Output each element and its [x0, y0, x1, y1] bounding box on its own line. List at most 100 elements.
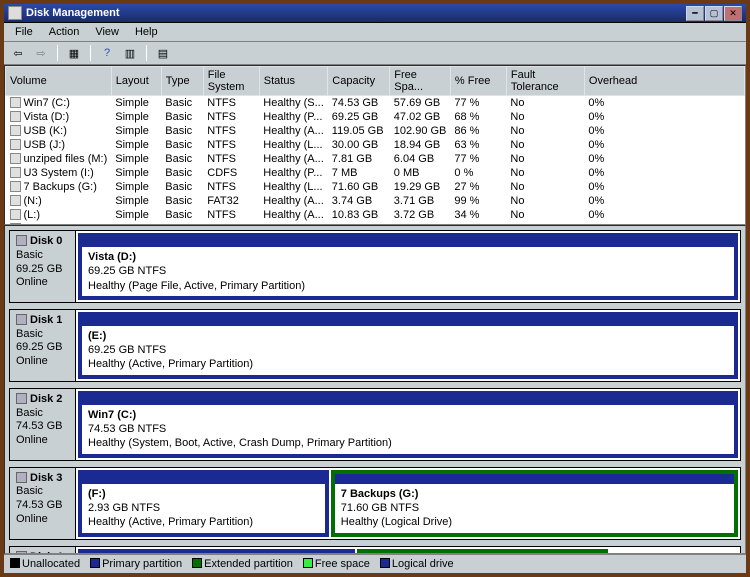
partition-title: 7 Backups (G:): [341, 487, 728, 501]
volume-name: Win7 (C:): [24, 97, 70, 109]
partition[interactable]: unziped files (M:)7.81 GB NTFSHealthy (A…: [357, 549, 608, 554]
help-button[interactable]: ?: [97, 44, 117, 62]
disk-header[interactable]: Disk 1Basic69.25 GBOnline: [10, 310, 76, 381]
table-row[interactable]: U3 System (I:)SimpleBasicCDFSHealthy (P.…: [6, 166, 745, 180]
cell-layout: Simple: [111, 180, 161, 194]
partition-status: Healthy (Page File, Active, Primary Part…: [88, 279, 728, 293]
disk-header[interactable]: Disk 3Basic74.53 GBOnline: [10, 468, 76, 539]
table-row[interactable]: unziped files (M:)SimpleBasicNTFSHealthy…: [6, 152, 745, 166]
toolbar: ⇦ ⇨ ▦ ? ▥ ▤: [4, 42, 746, 65]
col-type[interactable]: Type: [161, 67, 203, 96]
cell-status: Healthy (L...: [259, 138, 328, 152]
cell-status: Healthy (A...: [259, 208, 328, 222]
forward-button[interactable]: ⇨: [31, 44, 51, 62]
cell-free: 3.72 GB: [390, 208, 451, 222]
cell-layout: Simple: [111, 194, 161, 208]
partition[interactable]: 7 Backups (G:)71.60 GB NTFSHealthy (Logi…: [331, 470, 738, 537]
menu-view[interactable]: View: [88, 24, 126, 40]
cell-type: Basic: [161, 124, 203, 138]
disk-partitions: (F:)2.93 GB NTFSHealthy (Active, Primary…: [76, 468, 740, 539]
col-freespace[interactable]: Free Spa...: [390, 67, 451, 96]
minimize-button[interactable]: ━: [686, 6, 704, 21]
col-capacity[interactable]: Capacity: [328, 67, 390, 96]
partition-size: 74.53 GB NTFS: [88, 422, 728, 436]
col-faulttol[interactable]: Fault Tolerance: [506, 67, 584, 96]
disk-type: Basic: [16, 249, 69, 263]
close-button[interactable]: ✕: [724, 6, 742, 21]
legend-item: Logical drive: [380, 558, 454, 570]
legend-label: Primary partition: [102, 558, 182, 570]
table-header-row[interactable]: Volume Layout Type File System Status Ca…: [6, 67, 745, 96]
cell-oh: 0%: [584, 110, 744, 124]
cell-oh: 0%: [584, 194, 744, 208]
menu-help[interactable]: Help: [128, 24, 165, 40]
col-overhead[interactable]: Overhead: [584, 67, 744, 96]
cell-status: Healthy (L...: [259, 180, 328, 194]
disk-icon: [16, 551, 27, 554]
disk-block[interactable]: Disk 4Basic18.65 GBOnline (L:)10.83 GB N…: [9, 546, 741, 554]
volume-icon: [10, 181, 21, 192]
table-row[interactable]: Vista (D:)SimpleBasicNTFSHealthy (P...69…: [6, 110, 745, 124]
cell-fs: NTFS: [203, 208, 259, 222]
disk-size: 74.53 GB: [16, 420, 69, 434]
col-volume[interactable]: Volume: [6, 67, 112, 96]
list-button[interactable]: ▤: [153, 44, 173, 62]
disk-size: 74.53 GB: [16, 499, 69, 513]
partition-status: Healthy (Active, Primary Partition): [88, 515, 319, 529]
maximize-button[interactable]: ▢: [705, 6, 723, 21]
disk-header[interactable]: Disk 4Basic18.65 GBOnline: [10, 547, 76, 554]
cell-fs: NTFS: [203, 124, 259, 138]
cell-layout: Simple: [111, 110, 161, 124]
col-filesystem[interactable]: File System: [203, 67, 259, 96]
cell-capacity: 7.81 GB: [328, 152, 390, 166]
volumes-pane[interactable]: Volume Layout Type File System Status Ca…: [4, 65, 746, 225]
table-row[interactable]: Win7 (C:)SimpleBasicNTFSHealthy (S...74.…: [6, 96, 745, 111]
cell-capacity: 74.53 GB: [328, 96, 390, 111]
partition[interactable]: Win7 (C:)74.53 GB NTFSHealthy (System, B…: [78, 391, 738, 458]
cell-type: Basic: [161, 208, 203, 222]
disk-block[interactable]: Disk 2Basic74.53 GBOnlineWin7 (C:)74.53 …: [9, 388, 741, 461]
table-row[interactable]: (N:)SimpleBasicFAT32Healthy (A...3.74 GB…: [6, 194, 745, 208]
volume-icon: [10, 139, 21, 150]
cell-oh: 0%: [584, 138, 744, 152]
table-row[interactable]: 7 Backups (G:)SimpleBasicNTFSHealthy (L.…: [6, 180, 745, 194]
table-row[interactable]: USB (J:)SimpleBasicNTFSHealthy (L...30.0…: [6, 138, 745, 152]
disk-icon: [16, 393, 27, 404]
legend-label: Free space: [315, 558, 370, 570]
disk-state: Online: [16, 276, 69, 290]
legend-label: Extended partition: [204, 558, 293, 570]
disk-block[interactable]: Disk 3Basic74.53 GBOnline (F:)2.93 GB NT…: [9, 467, 741, 540]
back-button[interactable]: ⇦: [8, 44, 28, 62]
cell-oh: 0%: [584, 208, 744, 222]
cell-pct: 99 %: [450, 194, 506, 208]
disks-pane[interactable]: Disk 0Basic69.25 GBOnlineVista (D:)69.25…: [4, 225, 746, 554]
partition[interactable]: (E:)69.25 GB NTFSHealthy (Active, Primar…: [78, 312, 738, 379]
table-row[interactable]: USB (K:)SimpleBasicNTFSHealthy (A...119.…: [6, 124, 745, 138]
volume-icon: [10, 209, 21, 220]
volume-name: USB (K:): [24, 125, 67, 137]
table-row[interactable]: (L:)SimpleBasicNTFSHealthy (A...10.83 GB…: [6, 208, 745, 222]
menu-action[interactable]: Action: [42, 24, 87, 40]
partition[interactable]: Vista (D:)69.25 GB NTFSHealthy (Page Fil…: [78, 233, 738, 300]
cell-pct: 34 %: [450, 208, 506, 222]
disk-partitions: (L:)10.83 GB NTFSHealthy (Active, Primar…: [76, 547, 740, 554]
legend-label: Logical drive: [392, 558, 454, 570]
disk-header[interactable]: Disk 0Basic69.25 GBOnline: [10, 231, 76, 302]
volume-name: 7 Backups (G:): [24, 181, 97, 193]
disk-block[interactable]: Disk 1Basic69.25 GBOnline (E:)69.25 GB N…: [9, 309, 741, 382]
partition[interactable]: (F:)2.93 GB NTFSHealthy (Active, Primary…: [78, 470, 329, 537]
menu-file[interactable]: File: [8, 24, 40, 40]
properties-button[interactable]: ▦: [64, 44, 84, 62]
title-bar[interactable]: Disk Management ━ ▢ ✕: [4, 4, 746, 23]
col-status[interactable]: Status: [259, 67, 328, 96]
disk-header[interactable]: Disk 2Basic74.53 GBOnline: [10, 389, 76, 460]
col-layout[interactable]: Layout: [111, 67, 161, 96]
refresh-button[interactable]: ▥: [120, 44, 140, 62]
legend-item: Unallocated: [10, 558, 80, 570]
partition[interactable]: (L:)10.83 GB NTFSHealthy (Active, Primar…: [78, 549, 355, 554]
cell-layout: Simple: [111, 96, 161, 111]
cell-type: Basic: [161, 96, 203, 111]
col-pctfree[interactable]: % Free: [450, 67, 506, 96]
legend-swatch: [90, 558, 100, 568]
disk-block[interactable]: Disk 0Basic69.25 GBOnlineVista (D:)69.25…: [9, 230, 741, 303]
